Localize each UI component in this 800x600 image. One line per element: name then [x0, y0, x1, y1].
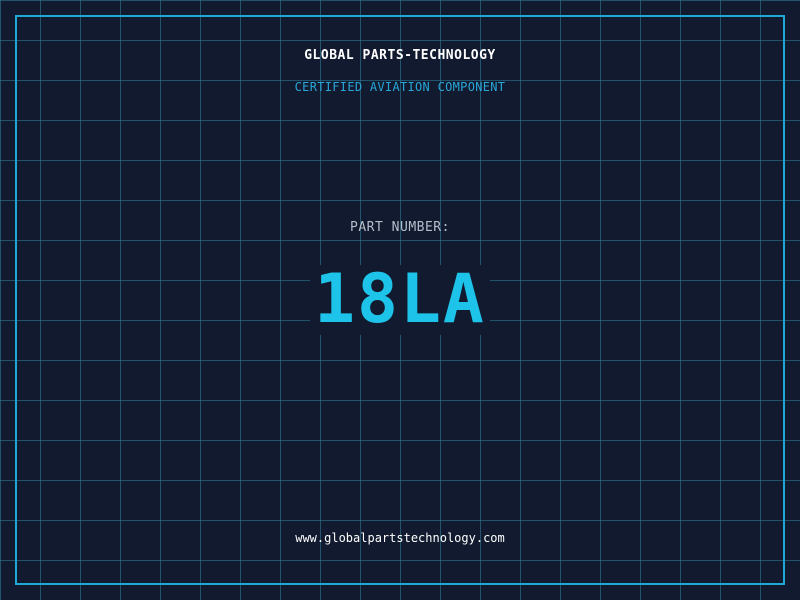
part-number-label: PART NUMBER: — [350, 220, 450, 235]
website-url: www.globalpartstechnology.com — [295, 531, 505, 545]
company-tagline: CERTIFIED AVIATION COMPONENT — [294, 80, 506, 94]
company-name: GLOBAL PARTS-TECHNOLOGY — [304, 48, 496, 63]
part-number-container: 18LA — [0, 265, 800, 335]
part-label-card: GLOBAL PARTS-TECHNOLOGY CERTIFIED AVIATI… — [0, 0, 800, 600]
part-number-value: 18LA — [310, 265, 490, 335]
